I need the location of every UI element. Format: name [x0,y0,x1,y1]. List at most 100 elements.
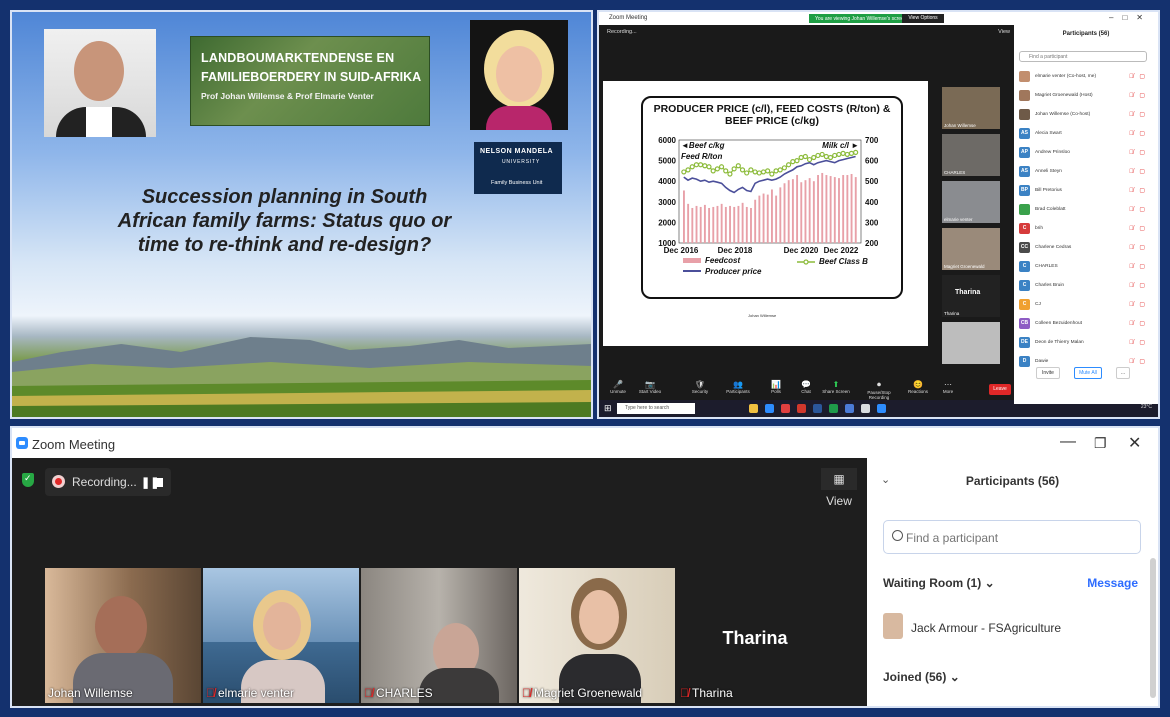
muted-mic-icon[interactable]: 🎙̸ ▢ [1129,320,1147,327]
participant-avatar: C [1019,299,1030,310]
taskbar-opera-icon[interactable] [781,404,790,413]
taskbar-zoom2-icon[interactable] [877,404,886,413]
message-button[interactable]: Message [1087,576,1138,590]
beef-class-b-point [744,170,750,176]
zs-more-options-button[interactable]: … [1116,367,1130,379]
slide-logo-banner: LANDBOUMARKTENDENSE EN FAMILIEBOERDERY I… [190,36,430,126]
zs-thumb-4[interactable]: Tharina Tharina [942,275,1000,317]
tile-name: 🎙̸ Magriet Groenewald [522,686,642,700]
close-icon[interactable]: ✕ [1128,433,1141,453]
participants-scrollbar[interactable] [1150,558,1156,698]
participant-avatar [1019,90,1030,101]
beef-class-b-point [769,171,775,177]
zs-thumb-5[interactable] [942,322,1000,364]
zs-participant-row[interactable]: AS Alecia Swart 🎙̸ ▢ [1019,127,1151,141]
zs-participant-row[interactable]: C Charles Bruin 🎙̸ ▢ [1019,279,1151,293]
muted-mic-icon[interactable]: 🎙̸ ▢ [1129,111,1147,118]
zs-recording-indicator[interactable]: Recording... [607,29,637,35]
taskbar-search[interactable]: Type here to search [617,403,695,414]
muted-mic-icon[interactable]: 🎙̸ ▢ [1129,149,1147,156]
zs-thumb-0[interactable]: Johan Willemse [942,87,1000,129]
muted-mic-icon[interactable]: 🎙̸ ▢ [1129,244,1147,251]
muted-mic-icon[interactable]: 🎙̸ ▢ [1129,301,1147,308]
zs-participants-panel: Participants (56) Find a participant elm… [1014,25,1158,404]
zs-invite-button[interactable]: Invite [1036,367,1060,379]
zs-pause-stop-recording-button[interactable]: ⏺ Pause/Stop Recording [857,380,901,400]
tile-name: 🎙̸ Tharina [680,686,733,700]
beef-class-b-point [723,168,729,174]
taskbar-powerpoint-icon[interactable] [797,404,806,413]
zs-participant-row[interactable]: Cbrih 🎙̸ ▢ [1019,222,1151,236]
taskbar-word-icon[interactable] [813,404,822,413]
muted-mic-icon[interactable]: 🎙̸ ▢ [1129,263,1147,270]
video-tile-tharina[interactable]: Tharina 🎙̸ Tharina [677,568,833,703]
zs-unmute-button[interactable]: 🎤 Unmute [603,380,633,394]
feedcost-bar [687,203,690,243]
zs-security-button[interactable]: 🛡 Security [685,380,715,394]
video-tile-magriet[interactable]: 🎙̸ Magriet Groenewald [519,568,675,703]
zs-share-screen-button[interactable]: ⬆ Share Screen [821,380,851,394]
muted-mic-icon[interactable]: 🎙̸ ▢ [1129,187,1147,194]
feedcost-bar [821,172,824,243]
zs-more-button[interactable]: ⋯ More [933,380,963,394]
view-button[interactable]: ▦ View [821,468,857,508]
feedcost-bar [779,187,782,243]
zs-participant-row[interactable]: elmarie venter (Co-host, me) 🎙̸ ▢ [1019,70,1151,84]
zs-participant-row[interactable]: AS Anneli Steyn 🎙̸ ▢ [1019,165,1151,179]
zs-chat-button[interactable]: 💬 Chat [791,380,821,394]
zs-participant-row[interactable]: Magriet Groenewald (Host) 🎙̸ ▢ [1019,89,1151,103]
zs-participant-row[interactable]: C CJ 🎙̸ ▢ [1019,298,1151,312]
beef-class-b-point [702,163,708,169]
muted-mic-icon[interactable]: 🎙̸ ▢ [1129,206,1147,213]
zs-thumb-name: Magriet Groenewald [944,264,985,269]
taskbar-chrome-icon[interactable] [861,404,870,413]
restore-icon[interactable]: ❐ [1094,435,1107,452]
zs-participant-row[interactable]: Johan Willemse (Co-host) 🎙̸ ▢ [1019,108,1151,122]
zs-start-video-button[interactable]: 📷 Start Video [635,380,665,394]
windows-start-icon[interactable]: ⊞ [604,403,612,414]
video-tile-johan[interactable]: Johan Willemse [45,568,201,703]
muted-mic-icon[interactable]: 🎙̸ ▢ [1129,282,1147,289]
zs-view-options-button[interactable]: View Options [902,14,944,23]
taskbar-excel-icon[interactable] [829,404,838,413]
muted-mic-icon[interactable]: 🎙̸ ▢ [1129,168,1147,175]
find-participant-input[interactable] [904,527,1128,549]
waiting-room-header[interactable]: Waiting Room (1) ⌄ [883,576,995,590]
zs-thumb-3[interactable]: Magriet Groenewald [942,228,1000,270]
zs-polls-button[interactable]: 📊 Polls [761,380,791,394]
encryption-shield-icon[interactable] [22,473,34,487]
zs-view-button[interactable]: View [998,29,1010,35]
taskbar-outlook-icon[interactable] [845,404,854,413]
zs-participant-row[interactable]: Brad Coleblatt 🎙̸ ▢ [1019,203,1151,217]
tb-label: Chat [801,389,811,394]
beef-class-b-point [827,154,834,161]
zs-thumb-1[interactable]: CHARLES [942,134,1000,176]
video-tile-elmarie[interactable]: 🎙̸ elmarie venter [203,568,359,703]
zs-participant-row[interactable]: BP Bill Pretorius 🎙̸ ▢ [1019,184,1151,198]
zs-find-participant-input[interactable]: Find a participant [1019,51,1147,62]
muted-mic-icon[interactable]: 🎙̸ ▢ [1129,225,1147,232]
zs-participant-row[interactable]: C CHARLES 🎙̸ ▢ [1019,260,1151,274]
taskbar-zoom-icon[interactable] [765,404,774,413]
video-tile-charles[interactable]: 🎙̸ CHARLES [361,568,517,703]
zs-participant-row[interactable]: CC Charlene Cedras 🎙̸ ▢ [1019,241,1151,255]
stop-recording-icon[interactable] [156,478,163,487]
taskbar-explorer-icon[interactable] [749,404,758,413]
zs-window-controls-icon[interactable]: –□✕ [1109,13,1152,22]
zs-mute-all-button[interactable]: Mute All [1074,367,1102,379]
participant-name: brih [1035,226,1043,231]
zs-thumb-2[interactable]: elmarie venter [942,181,1000,223]
zs-leave-button[interactable]: Leave [989,384,1011,395]
participant-avatar [1019,204,1030,215]
muted-mic-icon[interactable]: 🎙̸ ▢ [1129,130,1147,137]
joined-header[interactable]: Joined (56) ⌄ [883,670,960,684]
muted-mic-icon[interactable]: 🎙̸ ▢ [1129,73,1147,80]
minimize-icon[interactable]: — [1060,433,1076,451]
muted-mic-icon[interactable]: 🎙̸ ▢ [1129,339,1147,346]
zs-participant-row[interactable]: AP Andrew Prinsloo 🎙̸ ▢ [1019,146,1151,160]
zs-participant-row[interactable]: CB Colleen Bezuidenhout 🎙̸ ▢ [1019,317,1151,331]
zs-reactions-button[interactable]: 😊 Reactions [903,380,933,394]
muted-mic-icon[interactable]: 🎙̸ ▢ [1129,92,1147,99]
zs-participant-row[interactable]: DE Deon de Thierry Malan 🎙̸ ▢ [1019,336,1151,350]
zs-participants-button[interactable]: 👥 Participants [723,380,753,394]
